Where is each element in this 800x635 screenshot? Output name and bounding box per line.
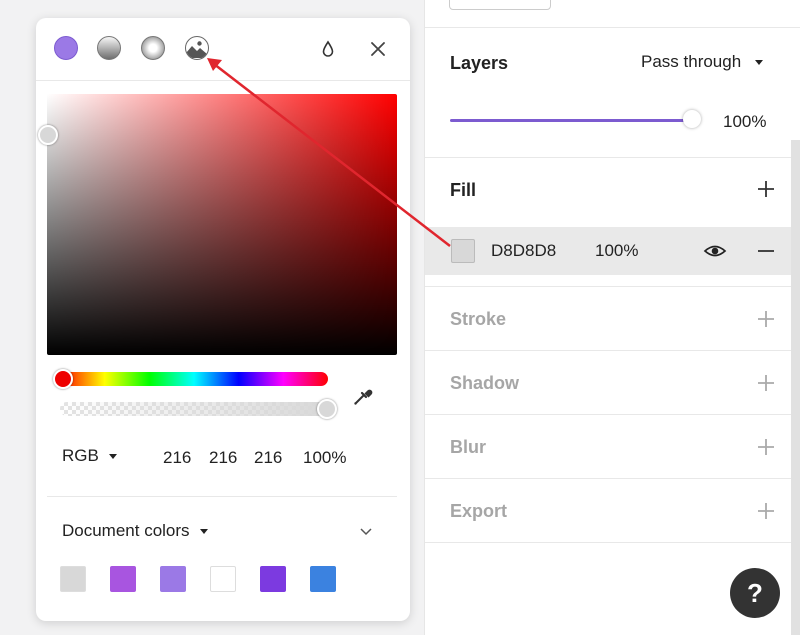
top-partial-button[interactable] xyxy=(449,0,551,10)
blend-mode-label: Pass through xyxy=(641,52,742,71)
blue-value-input[interactable]: 216 xyxy=(254,448,282,468)
color-picker-popup: RGB 216 216 216 100% Document colors xyxy=(36,18,410,621)
document-color-swatch[interactable] xyxy=(260,566,286,592)
divider xyxy=(425,350,800,351)
remove-fill-icon[interactable] xyxy=(756,241,776,261)
shadow-section-title[interactable]: Shadow xyxy=(450,373,519,394)
radial-gradient-icon[interactable] xyxy=(141,36,165,60)
document-color-swatch[interactable] xyxy=(160,566,186,592)
document-colors-label: Document colors xyxy=(62,521,190,540)
fill-color-swatch[interactable] xyxy=(451,239,475,263)
fill-hex-input[interactable]: D8D8D8 xyxy=(491,241,556,261)
color-mode-select[interactable]: RGB xyxy=(62,446,117,466)
eye-icon[interactable] xyxy=(703,241,727,261)
add-shadow-icon[interactable] xyxy=(756,373,776,393)
alpha-value-input[interactable]: 100% xyxy=(303,448,346,468)
saturation-value-area[interactable] xyxy=(38,94,397,355)
divider xyxy=(425,27,800,28)
document-colors-dropdown[interactable]: Document colors xyxy=(62,521,208,541)
document-color-swatch[interactable] xyxy=(210,566,236,592)
add-export-icon[interactable] xyxy=(756,501,776,521)
chevron-down-icon xyxy=(755,59,764,65)
fill-row[interactable]: D8D8D8 100% xyxy=(425,227,791,275)
divider xyxy=(425,542,800,543)
properties-panel: Layers Pass through 100% Fill D8D8D8 100… xyxy=(424,0,800,635)
add-stroke-icon[interactable] xyxy=(756,309,776,329)
image-fill-icon[interactable] xyxy=(185,36,209,60)
hue-slider-thumb[interactable] xyxy=(53,369,73,389)
divider xyxy=(425,157,800,158)
fill-type-toolbar xyxy=(36,18,410,81)
layer-opacity-thumb[interactable] xyxy=(683,110,701,128)
divider xyxy=(425,478,800,479)
stroke-section-title[interactable]: Stroke xyxy=(450,309,506,330)
collapse-chevron-icon[interactable] xyxy=(358,523,374,539)
green-value-input[interactable]: 216 xyxy=(209,448,237,468)
layers-section-title: Layers xyxy=(450,53,509,73)
linear-gradient-icon[interactable] xyxy=(97,36,121,60)
blend-mode-select[interactable]: Pass through xyxy=(641,52,764,72)
divider xyxy=(425,414,800,415)
divider xyxy=(47,496,397,497)
eyedropper-icon[interactable] xyxy=(351,384,375,408)
help-button[interactable]: ? xyxy=(730,568,780,618)
fill-section-title: Fill xyxy=(450,180,476,200)
sv-picker-handle[interactable] xyxy=(38,125,58,145)
red-value-input[interactable]: 216 xyxy=(163,448,191,468)
color-mode-label: RGB xyxy=(62,446,99,465)
document-color-swatch[interactable] xyxy=(310,566,336,592)
hue-slider[interactable] xyxy=(53,369,328,389)
blend-drop-icon[interactable] xyxy=(318,39,338,59)
document-color-swatch[interactable] xyxy=(60,566,86,592)
add-fill-icon[interactable] xyxy=(756,179,776,199)
solid-fill-icon[interactable] xyxy=(54,36,78,60)
layer-opacity-slider[interactable] xyxy=(450,119,692,122)
blur-section-title[interactable]: Blur xyxy=(450,437,486,458)
alpha-slider-thumb[interactable] xyxy=(317,399,337,419)
chevron-down-icon xyxy=(108,453,117,459)
fill-opacity-input[interactable]: 100% xyxy=(595,241,638,261)
alpha-slider[interactable] xyxy=(60,399,337,419)
document-color-swatch[interactable] xyxy=(110,566,136,592)
divider xyxy=(425,286,800,287)
export-section-title[interactable]: Export xyxy=(450,501,507,522)
scrollbar[interactable] xyxy=(791,140,800,635)
chevron-down-icon xyxy=(199,528,208,534)
layer-opacity-value[interactable]: 100% xyxy=(723,112,766,132)
close-icon[interactable] xyxy=(368,39,388,59)
add-blur-icon[interactable] xyxy=(756,437,776,457)
